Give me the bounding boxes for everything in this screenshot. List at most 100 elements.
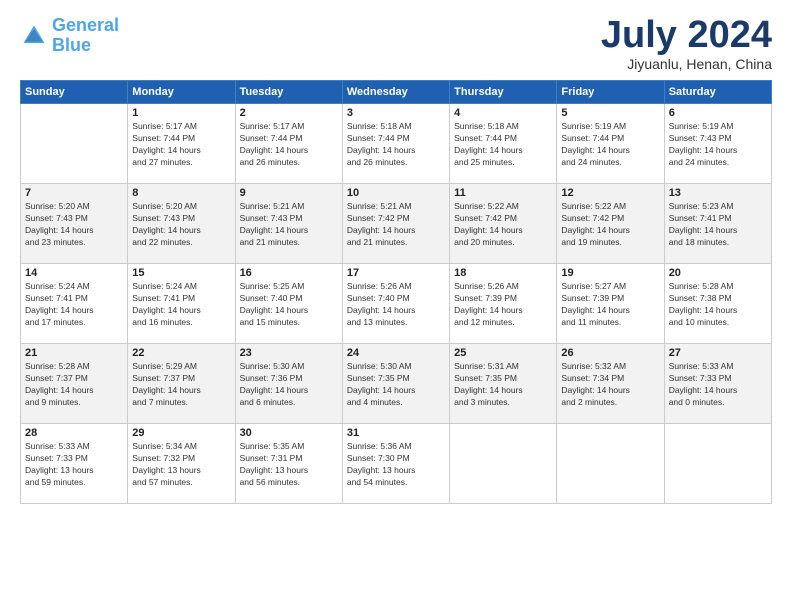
cell-info: Sunrise: 5:26 AM Sunset: 7:39 PM Dayligh… <box>454 281 552 329</box>
day-number: 26 <box>561 347 659 359</box>
cell-info: Sunrise: 5:24 AM Sunset: 7:41 PM Dayligh… <box>132 281 230 329</box>
day-number: 23 <box>240 347 338 359</box>
calendar-cell: 14Sunrise: 5:24 AM Sunset: 7:41 PM Dayli… <box>21 264 128 344</box>
day-number: 6 <box>669 107 767 119</box>
day-number: 28 <box>25 427 123 439</box>
calendar-cell <box>450 424 557 504</box>
calendar-cell: 12 Sunrise: 5:22 AM Sunset: 7:42 PM Dayli… <box>557 184 664 264</box>
day-number: 21 <box>25 347 123 359</box>
calendar-header-wednesday: Wednesday <box>342 81 449 104</box>
day-number: 3 <box>347 107 445 119</box>
day-number: 31 <box>347 427 445 439</box>
calendar-cell: 31Sunrise: 5:36 AM Sunset: 7:30 PM Dayli… <box>342 424 449 504</box>
day-number: 12 <box>561 187 659 199</box>
calendar-cell: 22Sunrise: 5:29 AM Sunset: 7:37 PM Dayli… <box>128 344 235 424</box>
day-number: 30 <box>240 427 338 439</box>
calendar-cell: 13Sunrise: 5:23 AM Sunset: 7:41 PM Dayli… <box>664 184 771 264</box>
cell-info: Sunrise: 5:33 AM Sunset: 7:33 PM Dayligh… <box>25 441 123 489</box>
cell-info: Sunrise: 5:18 AM Sunset: 7:44 PM Dayligh… <box>347 121 445 169</box>
cell-info: Sunrise: 5:17 AM Sunset: 7:44 PM Dayligh… <box>240 121 338 169</box>
day-number: 2 <box>240 107 338 119</box>
day-number: 29 <box>132 427 230 439</box>
calendar-cell <box>557 424 664 504</box>
day-number: 15 <box>132 267 230 279</box>
calendar-cell: 6 Sunrise: 5:19 AM Sunset: 7:43 PM Daylig… <box>664 104 771 184</box>
calendar-cell: 5Sunrise: 5:19 AM Sunset: 7:44 PM Daylig… <box>557 104 664 184</box>
logo-icon <box>20 22 48 50</box>
day-number: 17 <box>347 267 445 279</box>
logo-line1: General <box>52 15 119 35</box>
calendar-cell: 27Sunrise: 5:33 AM Sunset: 7:33 PM Dayli… <box>664 344 771 424</box>
calendar-cell: 11Sunrise: 5:22 AM Sunset: 7:42 PM Dayli… <box>450 184 557 264</box>
day-number: 25 <box>454 347 552 359</box>
calendar-header-sunday: Sunday <box>21 81 128 104</box>
cell-info: Sunrise: 5:35 AM Sunset: 7:31 PM Dayligh… <box>240 441 338 489</box>
cell-info: Sunrise: 5:20 AM Sunset: 7:43 PM Dayligh… <box>25 201 123 249</box>
day-number: 27 <box>669 347 767 359</box>
calendar-cell: 26 Sunrise: 5:32 AM Sunset: 7:34 PM Dayli… <box>557 344 664 424</box>
cell-info: Sunrise: 5:30 AM Sunset: 7:35 PM Dayligh… <box>347 361 445 409</box>
cell-info: Sunrise: 5:20 AM Sunset: 7:43 PM Dayligh… <box>132 201 230 249</box>
logo-text: General Blue <box>52 16 119 56</box>
month-title: July 2024 <box>601 16 772 54</box>
calendar-cell <box>664 424 771 504</box>
calendar-cell: 23 Sunrise: 5:30 AM Sunset: 7:36 PM Dayli… <box>235 344 342 424</box>
day-number: 8 <box>132 187 230 199</box>
calendar-cell: 29Sunrise: 5:34 AM Sunset: 7:32 PM Dayli… <box>128 424 235 504</box>
cell-info: Sunrise: 5:28 AM Sunset: 7:38 PM Dayligh… <box>669 281 767 329</box>
calendar-cell: 1Sunrise: 5:17 AM Sunset: 7:44 PM Daylig… <box>128 104 235 184</box>
day-number: 19 <box>561 267 659 279</box>
calendar-cell: 4 Sunrise: 5:18 AM Sunset: 7:44 PM Daylig… <box>450 104 557 184</box>
calendar-cell: 9 Sunrise: 5:21 AM Sunset: 7:43 PM Daylig… <box>235 184 342 264</box>
calendar-cell: 15 Sunrise: 5:24 AM Sunset: 7:41 PM Dayli… <box>128 264 235 344</box>
title-block: July 2024 Jiyuanlu, Henan, China <box>601 16 772 72</box>
cell-info: Sunrise: 5:22 AM Sunset: 7:42 PM Dayligh… <box>454 201 552 249</box>
cell-info: Sunrise: 5:21 AM Sunset: 7:43 PM Dayligh… <box>240 201 338 249</box>
calendar-week-1: 1 Sunrise: 5:17 AM Sunset: 7:44 PM Daylig… <box>21 104 772 184</box>
calendar-cell: 3 Sunrise: 5:18 AM Sunset: 7:44 PM Daylig… <box>342 104 449 184</box>
header: General Blue July 2024 Jiyuanlu, Henan, … <box>20 16 772 72</box>
cell-info: Sunrise: 5:25 AM Sunset: 7:40 PM Dayligh… <box>240 281 338 329</box>
calendar-cell: 25 Sunrise: 5:31 AM Sunset: 7:35 PM Dayli… <box>450 344 557 424</box>
day-number: 20 <box>669 267 767 279</box>
calendar-cell: 8 Sunrise: 5:20 AM Sunset: 7:43 PM Daylig… <box>128 184 235 264</box>
calendar-week-3: 14Sunrise: 5:24 AM Sunset: 7:41 PM Dayli… <box>21 264 772 344</box>
day-number: 16 <box>240 267 338 279</box>
calendar-week-4: 21 Sunrise: 5:28 AM Sunset: 7:37 PM Dayli… <box>21 344 772 424</box>
logo-line2: Blue <box>52 35 91 55</box>
day-number: 10 <box>347 187 445 199</box>
calendar-table: SundayMondayTuesdayWednesdayThursdayFrid… <box>20 80 772 504</box>
cell-info: Sunrise: 5:28 AM Sunset: 7:37 PM Dayligh… <box>25 361 123 409</box>
calendar-cell: 21 Sunrise: 5:28 AM Sunset: 7:37 PM Dayli… <box>21 344 128 424</box>
cell-info: Sunrise: 5:26 AM Sunset: 7:40 PM Dayligh… <box>347 281 445 329</box>
calendar-cell: 24 Sunrise: 5:30 AM Sunset: 7:35 PM Dayli… <box>342 344 449 424</box>
calendar-header-saturday: Saturday <box>664 81 771 104</box>
cell-info: Sunrise: 5:31 AM Sunset: 7:35 PM Dayligh… <box>454 361 552 409</box>
calendar-cell: 20 Sunrise: 5:28 AM Sunset: 7:38 PM Dayli… <box>664 264 771 344</box>
calendar-cell: 30 Sunrise: 5:35 AM Sunset: 7:31 PM Dayli… <box>235 424 342 504</box>
calendar-cell <box>21 104 128 184</box>
cell-info: Sunrise: 5:18 AM Sunset: 7:44 PM Dayligh… <box>454 121 552 169</box>
calendar-week-2: 7 Sunrise: 5:20 AM Sunset: 7:43 PM Daylig… <box>21 184 772 264</box>
day-number: 13 <box>669 187 767 199</box>
cell-info: Sunrise: 5:19 AM Sunset: 7:44 PM Dayligh… <box>561 121 659 169</box>
day-number: 4 <box>454 107 552 119</box>
calendar-cell: 16 Sunrise: 5:25 AM Sunset: 7:40 PM Dayli… <box>235 264 342 344</box>
cell-info: Sunrise: 5:27 AM Sunset: 7:39 PM Dayligh… <box>561 281 659 329</box>
calendar-header-friday: Friday <box>557 81 664 104</box>
cell-info: Sunrise: 5:30 AM Sunset: 7:36 PM Dayligh… <box>240 361 338 409</box>
logo: General Blue <box>20 16 119 56</box>
day-number: 9 <box>240 187 338 199</box>
calendar-header-monday: Monday <box>128 81 235 104</box>
calendar-cell: 28 Sunrise: 5:33 AM Sunset: 7:33 PM Dayli… <box>21 424 128 504</box>
day-number: 18 <box>454 267 552 279</box>
cell-info: Sunrise: 5:21 AM Sunset: 7:42 PM Dayligh… <box>347 201 445 249</box>
day-number: 1 <box>132 107 230 119</box>
calendar-header-tuesday: Tuesday <box>235 81 342 104</box>
page: General Blue July 2024 Jiyuanlu, Henan, … <box>0 0 792 612</box>
cell-info: Sunrise: 5:19 AM Sunset: 7:43 PM Dayligh… <box>669 121 767 169</box>
cell-info: Sunrise: 5:22 AM Sunset: 7:42 PM Dayligh… <box>561 201 659 249</box>
cell-info: Sunrise: 5:32 AM Sunset: 7:34 PM Dayligh… <box>561 361 659 409</box>
day-number: 7 <box>25 187 123 199</box>
day-number: 24 <box>347 347 445 359</box>
